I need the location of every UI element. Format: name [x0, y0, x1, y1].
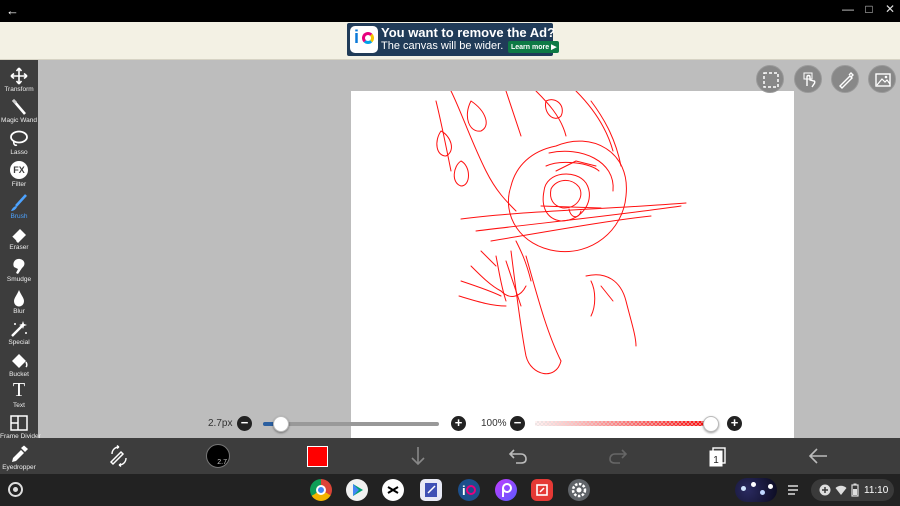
- ibispaint-logo-icon: i: [350, 26, 378, 53]
- brush-size-knob[interactable]: [272, 416, 289, 432]
- tool-label: Frame Divider: [0, 433, 41, 440]
- opacity-value: 100%: [481, 418, 507, 429]
- ad-headline: You want to remove the Ad?: [381, 25, 556, 40]
- tool-filter[interactable]: FX Filter: [0, 159, 38, 191]
- brush-size-disc[interactable]: 2.7: [206, 444, 230, 468]
- tool-label: Bucket: [9, 371, 29, 378]
- drawing-canvas[interactable]: [351, 90, 794, 438]
- smudge-icon: [13, 258, 25, 274]
- settings-icon[interactable]: [568, 479, 590, 501]
- tool-transform[interactable]: Transform: [0, 64, 38, 96]
- frame-divider-icon: [10, 415, 28, 431]
- sparkle-wand-icon: [11, 321, 27, 337]
- wifi-icon: [835, 485, 847, 495]
- window-title-bar: ← — □ ✕: [0, 0, 900, 22]
- notes-app-icon[interactable]: [420, 479, 442, 501]
- maximize-button[interactable]: □: [861, 2, 877, 16]
- tool-eraser[interactable]: Eraser: [0, 222, 38, 254]
- tool-label: Lasso: [10, 149, 28, 156]
- text-t-icon: T: [12, 379, 26, 401]
- eraser-icon: [11, 229, 26, 243]
- layers-icon[interactable]: 1: [706, 444, 730, 468]
- opacity-plus-button[interactable]: +: [727, 416, 742, 431]
- notification-icon[interactable]: [786, 482, 802, 498]
- svg-text:1: 1: [713, 455, 719, 466]
- brush-size-plus-button[interactable]: +: [451, 416, 466, 431]
- fx-icon: FX: [10, 161, 28, 179]
- brush-size-minus-button[interactable]: −: [237, 416, 252, 431]
- screen: ← — □ ✕ i You want to remove the Ad? The…: [0, 0, 900, 506]
- brush-size-value: 2.7px: [208, 418, 233, 429]
- clock: 11:10: [864, 485, 889, 496]
- back-arrow-icon[interactable]: ←: [6, 3, 19, 18]
- bucket-icon: [12, 354, 28, 368]
- bottom-toolbar: [38, 438, 900, 474]
- tool-palette: Transform Magic Wand Lasso FX Filter Bru…: [0, 60, 41, 474]
- opacity-slider[interactable]: [535, 421, 715, 426]
- tool-brush[interactable]: Brush: [0, 191, 38, 223]
- redo-icon[interactable]: [606, 444, 630, 468]
- tool-text[interactable]: T Text: [0, 380, 38, 412]
- tool-label: Transform: [4, 86, 34, 93]
- undo-icon[interactable]: [506, 444, 530, 468]
- tool-label: Blur: [13, 308, 25, 315]
- ad-banner[interactable]: i You want to remove the Ad? The canvas …: [347, 23, 560, 56]
- tool-special[interactable]: Special: [0, 317, 38, 349]
- opacity-knob[interactable]: [703, 416, 719, 432]
- learn-more-button[interactable]: Learn more ▶: [508, 41, 560, 53]
- hand-touch-icon[interactable]: [794, 65, 822, 93]
- close-button[interactable]: ✕: [882, 2, 898, 16]
- tool-label: Brush: [10, 213, 28, 220]
- color-swatch[interactable]: [307, 446, 328, 467]
- tool-magic-wand[interactable]: Magic Wand: [0, 95, 38, 127]
- lasso-icon: [10, 130, 28, 146]
- image-layer-icon[interactable]: [868, 65, 896, 93]
- media-thumbnail[interactable]: [735, 478, 777, 502]
- selection-icon[interactable]: [756, 65, 784, 93]
- tool-label: Eraser: [9, 244, 29, 251]
- chrome-icon[interactable]: [310, 479, 332, 501]
- minimize-button[interactable]: —: [840, 2, 856, 16]
- tool-label: Filter: [11, 181, 27, 188]
- tool-blur[interactable]: Blur: [0, 286, 38, 318]
- move-arrows-icon: [10, 67, 28, 85]
- pen-ruler-icon[interactable]: [831, 65, 859, 93]
- brush-size-slider[interactable]: [263, 422, 439, 426]
- download-arrow-icon[interactable]: [406, 444, 430, 468]
- ad-bar: i You want to remove the Ad? The canvas …: [0, 22, 900, 60]
- tool-label: Eyedropper: [2, 464, 36, 471]
- launcher-icon[interactable]: [8, 482, 23, 497]
- screenshot-app-icon[interactable]: [531, 479, 553, 501]
- battery-icon: [851, 483, 859, 497]
- magic-wand-icon: [11, 98, 26, 115]
- tool-bucket[interactable]: Bucket: [0, 349, 38, 381]
- ad-subline: The canvas will be wider.: [381, 40, 504, 52]
- ibispaint-icon[interactable]: i: [458, 479, 480, 501]
- tool-label: Smudge: [6, 276, 32, 283]
- sketch-drawing: [435, 90, 687, 375]
- brush-settings-icon[interactable]: [107, 444, 131, 468]
- add-circle-icon: [819, 484, 831, 496]
- capcut-icon[interactable]: [382, 479, 404, 501]
- tool-eyedropper[interactable]: Eyedropper: [0, 442, 38, 474]
- back-arrow-icon[interactable]: [806, 444, 830, 468]
- opacity-minus-button[interactable]: −: [510, 416, 525, 431]
- tool-frame-divider[interactable]: Frame Divider: [0, 411, 41, 443]
- drop-icon: [14, 290, 24, 307]
- picsart-icon[interactable]: [495, 479, 517, 501]
- brush-icon: [11, 194, 27, 211]
- tool-lasso[interactable]: Lasso: [0, 127, 38, 159]
- tool-label: Special: [8, 339, 30, 346]
- tool-label: Text: [13, 402, 25, 409]
- tool-smudge[interactable]: Smudge: [0, 254, 38, 286]
- eyedropper-icon: [12, 445, 28, 462]
- tool-label: Magic Wand: [1, 117, 37, 124]
- svg-text:i: i: [462, 483, 466, 498]
- play-store-icon[interactable]: [346, 479, 368, 501]
